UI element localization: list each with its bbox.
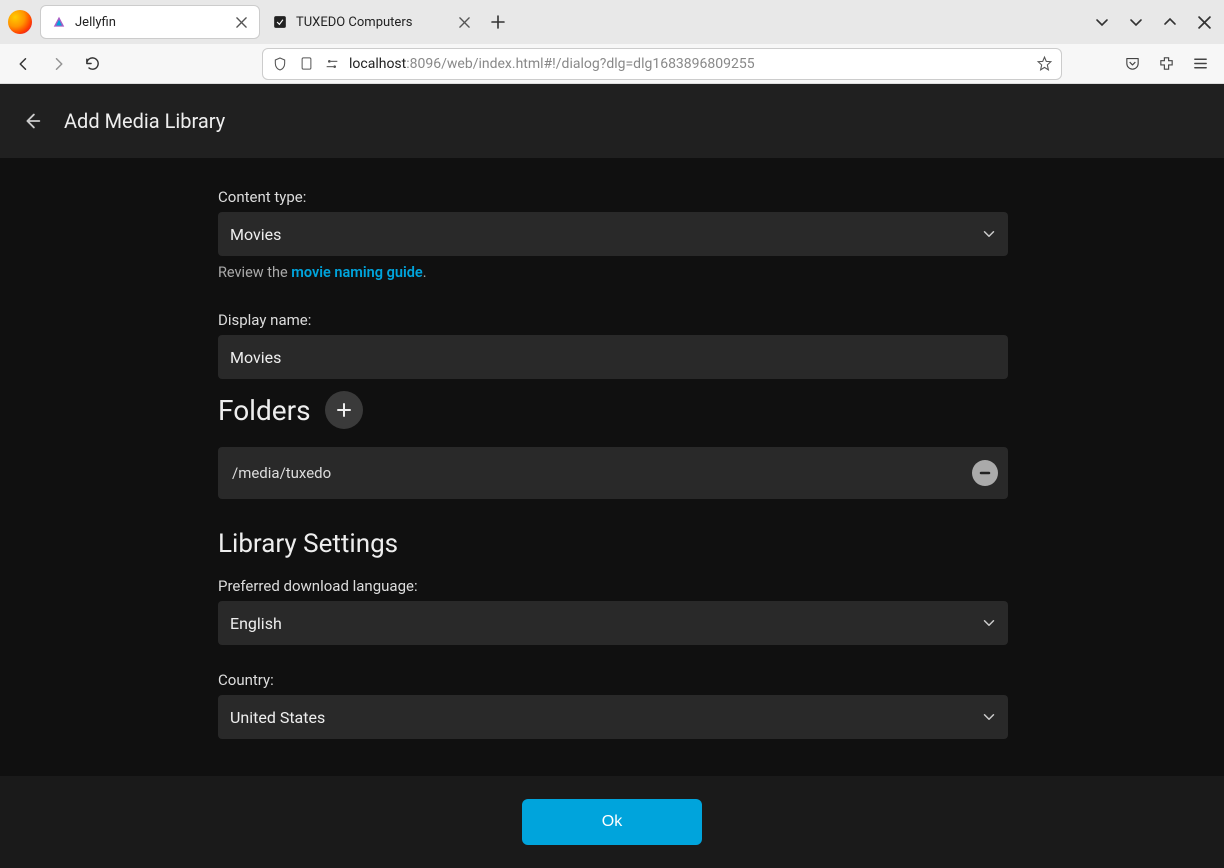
address-bar[interactable]: localhost:8096/web/index.html#!/dialog?d… — [262, 48, 1062, 80]
url-rest: :8096/web/index.html#!/dialog?dlg=dlg168… — [406, 56, 754, 72]
browser-chrome: Jellyfin TUXEDO Computers — [0, 0, 1224, 84]
content-type-select[interactable]: Movies — [218, 212, 1008, 256]
country-label: Country: — [218, 671, 1008, 689]
extensions-icon[interactable] — [1152, 50, 1180, 78]
nav-reload-button[interactable] — [78, 50, 106, 78]
folder-row[interactable]: /media/tuxedo — [218, 447, 1008, 499]
tab-tuxedo[interactable]: TUXEDO Computers — [262, 5, 482, 39]
display-name-label: Display name: — [218, 311, 1008, 329]
nav-back-button[interactable] — [10, 50, 38, 78]
app-menu-icon[interactable] — [1186, 50, 1214, 78]
close-icon[interactable] — [456, 14, 472, 30]
tab-jellyfin[interactable]: Jellyfin — [40, 5, 260, 39]
window-close-icon[interactable] — [1190, 8, 1218, 36]
firefox-icon — [8, 10, 32, 34]
chevron-down-icon — [980, 708, 998, 726]
chevron-down-icon — [980, 225, 998, 243]
permissions-icon[interactable] — [323, 55, 341, 73]
language-select[interactable]: English — [218, 601, 1008, 645]
remove-folder-button[interactable] — [972, 460, 998, 486]
country-value: United States — [230, 708, 325, 727]
window-minimize-icon[interactable] — [1122, 8, 1150, 36]
form-scroll-area[interactable]: Content type: Movies Review the movie na… — [0, 158, 1224, 776]
tabs-dropdown-icon[interactable] — [1088, 8, 1116, 36]
dialog-header: Add Media Library — [0, 84, 1224, 158]
close-icon[interactable] — [233, 14, 249, 30]
new-tab-button[interactable] — [484, 8, 512, 36]
browser-toolbar: localhost:8096/web/index.html#!/dialog?d… — [0, 44, 1224, 84]
naming-guide-help: Review the movie naming guide. — [218, 264, 1008, 281]
dialog-back-button[interactable] — [18, 107, 46, 135]
dialog-footer: Ok — [0, 776, 1224, 868]
jellyfin-favicon-icon — [51, 14, 67, 30]
language-value: English — [230, 614, 282, 633]
library-settings-heading: Library Settings — [218, 529, 1008, 559]
content-type-value: Movies — [230, 225, 281, 244]
tab-strip: Jellyfin TUXEDO Computers — [0, 0, 1224, 44]
country-select[interactable]: United States — [218, 695, 1008, 739]
display-name-value: Movies — [230, 348, 281, 367]
tab-title: TUXEDO Computers — [296, 15, 448, 30]
nav-forward-button[interactable] — [44, 50, 72, 78]
ok-button[interactable]: Ok — [522, 799, 702, 845]
page-info-icon[interactable] — [297, 55, 315, 73]
tab-title: Jellyfin — [75, 15, 225, 30]
tuxedo-favicon-icon — [272, 14, 288, 30]
chevron-down-icon — [980, 614, 998, 632]
naming-guide-link[interactable]: movie naming guide — [291, 264, 422, 281]
pocket-icon[interactable] — [1118, 50, 1146, 78]
content-type-label: Content type: — [218, 188, 1008, 206]
app-root: Add Media Library Content type: Movies R… — [0, 84, 1224, 868]
bookmark-star-icon[interactable] — [1035, 55, 1053, 73]
window-maximize-icon[interactable] — [1156, 8, 1184, 36]
language-label: Preferred download language: — [218, 577, 1008, 595]
folders-heading: Folders — [218, 394, 311, 427]
url-host: localhost — [349, 56, 406, 72]
dialog-title: Add Media Library — [64, 109, 225, 133]
display-name-input[interactable]: Movies — [218, 335, 1008, 379]
shield-icon[interactable] — [271, 55, 289, 73]
add-folder-button[interactable] — [325, 391, 363, 429]
folder-path: /media/tuxedo — [232, 464, 331, 482]
